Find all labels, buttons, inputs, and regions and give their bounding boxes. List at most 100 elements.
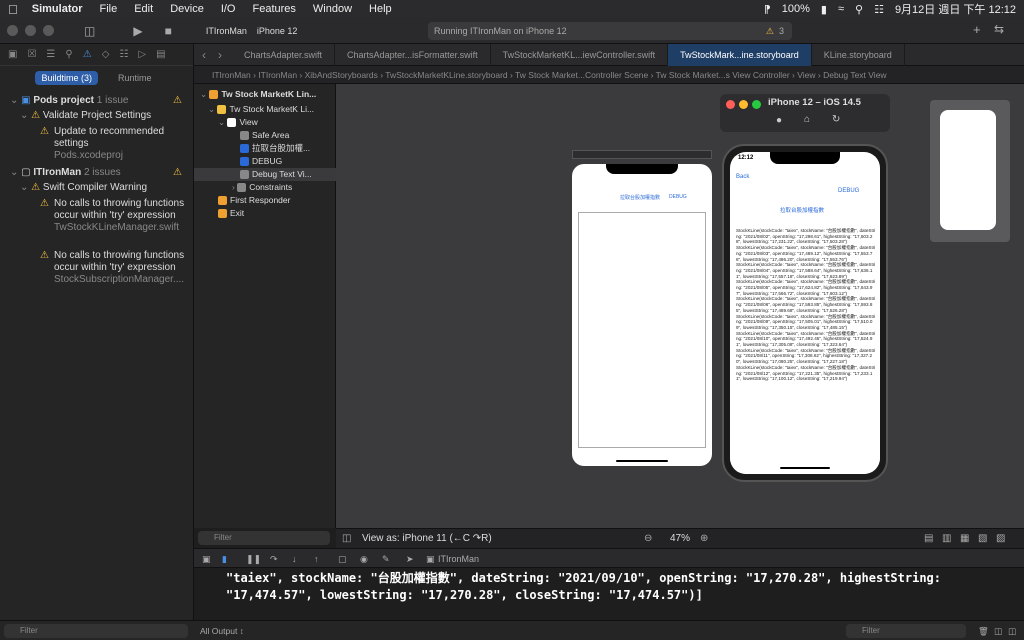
- env-override-icon[interactable]: ✎: [382, 549, 390, 569]
- resolve-icon[interactable]: ▦: [960, 529, 969, 549]
- menu-file[interactable]: File: [99, 3, 117, 15]
- sb-fetch-button[interactable]: 拉取台股加權指數: [620, 194, 660, 201]
- location-icon[interactable]: ➤: [406, 549, 414, 569]
- debug-icon[interactable]: ☷: [119, 49, 128, 60]
- symbol-icon[interactable]: ☰: [46, 49, 55, 60]
- panel-toggle-icon[interactable]: ◫: [342, 529, 351, 549]
- split2-icon[interactable]: ◫: [1008, 621, 1016, 640]
- scene-dock[interactable]: [572, 150, 712, 159]
- issue-category[interactable]: ⌄ ⚠ Swift Compiler Warning: [0, 182, 194, 194]
- menu-edit[interactable]: Edit: [134, 3, 153, 15]
- stop-icon[interactable]: ■: [165, 24, 172, 38]
- crumb[interactable]: Tw Stock Market...Controller Scene: [515, 70, 648, 80]
- menu-features[interactable]: Features: [252, 3, 295, 15]
- pin-icon[interactable]: ▥: [942, 529, 951, 549]
- tab-charts-adapter[interactable]: ChartsAdapter.swift: [232, 43, 336, 66]
- home-icon[interactable]: ⌂: [804, 114, 810, 125]
- menu-help[interactable]: Help: [369, 3, 392, 15]
- output-selector[interactable]: All Output ↕: [200, 621, 244, 640]
- menu-device[interactable]: Device: [170, 3, 204, 15]
- split-icon[interactable]: ◫: [994, 621, 1002, 640]
- device-selector[interactable]: iPhone 12: [257, 26, 298, 36]
- screenshot-icon[interactable]: ●: [776, 115, 782, 126]
- trash-icon[interactable]: 🗑: [978, 621, 989, 640]
- folder-icon[interactable]: ▣: [8, 49, 17, 60]
- pause-icon[interactable]: ❚❚: [246, 549, 261, 569]
- menu-window[interactable]: Window: [313, 3, 352, 15]
- debug-button[interactable]: DEBUG: [838, 188, 859, 194]
- report-icon[interactable]: ▤: [156, 49, 165, 60]
- apple-icon[interactable]: : [8, 2, 18, 17]
- zoom-out-icon[interactable]: ⊖: [644, 529, 652, 549]
- step-over-icon[interactable]: ↷: [270, 549, 278, 569]
- test-icon[interactable]: ◇: [102, 49, 110, 60]
- sim-minimize-button[interactable]: [739, 100, 748, 109]
- breakpoints-toggle-icon[interactable]: ▮: [222, 549, 227, 569]
- crumb[interactable]: View: [797, 70, 815, 80]
- step-out-icon[interactable]: ↑: [314, 549, 319, 569]
- outline-scene[interactable]: ⌄ Tw Stock MarketK Lin...: [194, 88, 336, 101]
- text-view-selection[interactable]: [578, 212, 706, 448]
- tab-kline-storyboard[interactable]: KLine.storyboard: [812, 43, 905, 66]
- tab-storyboard[interactable]: TwStockMark...ine.storyboard: [668, 43, 812, 66]
- wifi-icon[interactable]: ≈: [838, 3, 844, 15]
- run-icon[interactable]: ▶: [133, 24, 142, 38]
- find-icon[interactable]: ⚲: [65, 49, 72, 60]
- buildtime-tab[interactable]: Buildtime (3): [35, 71, 98, 85]
- navigator-filter[interactable]: Filter: [4, 624, 188, 638]
- align-icon[interactable]: ▤: [924, 529, 933, 549]
- issue-category[interactable]: ⌄ ⚠ Validate Project Settings: [0, 110, 194, 122]
- outline-safe-area[interactable]: Safe Area: [194, 129, 336, 142]
- issue-group-pods[interactable]: ⌄ ▣ Pods project 1 issue ⚠: [0, 95, 194, 107]
- back-button[interactable]: Back: [736, 174, 749, 180]
- warning-icon[interactable]: ⚠: [766, 22, 774, 40]
- clock[interactable]: 9月12日 週日 下午 12:12: [895, 1, 1016, 17]
- minimap-thumbnail[interactable]: [930, 100, 1010, 242]
- sim-close-button[interactable]: [726, 100, 735, 109]
- zoom-in-icon[interactable]: ⊕: [700, 529, 708, 549]
- debug-text-view[interactable]: StockKLine(stockCode: "taiex", stockName…: [736, 228, 876, 466]
- outline-controller[interactable]: ⌄ Tw Stock MarketK Li...: [194, 103, 336, 116]
- issue-item[interactable]: ⚠ Update to recommended settings Pods.xc…: [0, 126, 190, 162]
- sb-debug-button[interactable]: DEBUG: [669, 194, 687, 200]
- breakpoint-icon[interactable]: ▷: [138, 49, 146, 60]
- add-icon[interactable]: +: [973, 22, 981, 37]
- crumb[interactable]: ITIronMan: [258, 70, 297, 80]
- embed-icon[interactable]: ▧: [978, 529, 987, 549]
- storyboard-canvas[interactable]: 拉取台股加權指數 DEBUG iPhone 12 – iOS 14.5 ● ⌂ …: [336, 84, 1024, 528]
- console-filter[interactable]: Filter: [846, 624, 966, 638]
- crumb[interactable]: Debug Text View: [823, 70, 886, 80]
- close-window-button[interactable]: [7, 25, 18, 36]
- issue-icon[interactable]: ⚠: [83, 49, 92, 60]
- hide-debug-icon[interactable]: ▣: [202, 549, 211, 569]
- menu-io[interactable]: I/O: [221, 3, 236, 15]
- bluetooth-icon[interactable]: ⁋: [764, 3, 771, 16]
- tab-view-controller[interactable]: TwStockMarketKL...iewController.swift: [491, 43, 669, 66]
- issue-item[interactable]: ⚠ No calls to throwing functions occur w…: [0, 198, 190, 234]
- swap-icon[interactable]: ⇆: [994, 22, 1004, 36]
- battery-icon[interactable]: ▮: [821, 3, 827, 16]
- issue-group-app[interactable]: ⌄ ▢ ITIronMan 2 issues ⚠: [0, 167, 194, 179]
- scheme-selector[interactable]: ITIronMan: [206, 26, 247, 36]
- minimize-window-button[interactable]: [25, 25, 36, 36]
- crumb[interactable]: ITIronMan: [212, 70, 251, 80]
- crumb[interactable]: Tw Stock Market...s View Controller: [656, 70, 790, 80]
- search-icon[interactable]: ⚲: [855, 3, 863, 16]
- memory-graph-icon[interactable]: ◉: [360, 549, 368, 569]
- tab-charts-formatter[interactable]: ChartsAdapter...isFormatter.swift: [335, 43, 491, 66]
- outline-fetch-button[interactable]: 拉取台股加權...: [194, 142, 336, 155]
- outline-filter[interactable]: Filter: [198, 531, 330, 545]
- source-control-icon[interactable]: ☒: [27, 49, 36, 60]
- crumb[interactable]: TwStockMarketKLine.storyboard: [385, 70, 507, 80]
- storyboard-scene[interactable]: 拉取台股加權指數 DEBUG: [572, 164, 712, 466]
- outline-view[interactable]: ⌄ View: [194, 116, 336, 129]
- step-in-icon[interactable]: ↓: [292, 549, 297, 569]
- forward-icon[interactable]: ›: [212, 48, 232, 62]
- outline-first-responder[interactable]: First Responder: [194, 194, 336, 207]
- view-hierarchy-icon[interactable]: ▢: [338, 549, 347, 569]
- view-as-selector[interactable]: View as: iPhone 11 (←C ↷R): [362, 529, 492, 549]
- sidebar-toggle-icon[interactable]: ◫: [84, 24, 95, 38]
- outline-exit[interactable]: Exit: [194, 207, 336, 220]
- sim-zoom-button[interactable]: [752, 100, 761, 109]
- outline-debug-button[interactable]: DEBUG: [194, 155, 336, 168]
